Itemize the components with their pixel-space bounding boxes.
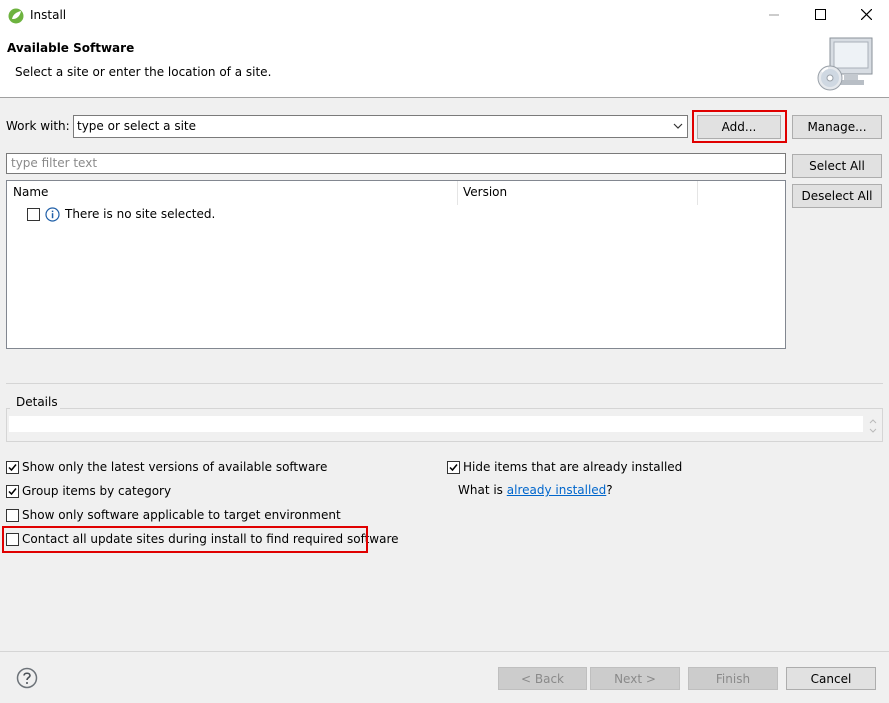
latest-versions-checkbox[interactable] xyxy=(6,460,19,474)
work-with-value: type or select a site xyxy=(77,119,197,133)
hide-installed-label: Hide items that are already installed xyxy=(463,460,683,474)
details-scrollbar[interactable] xyxy=(866,416,880,436)
column-header-name[interactable]: Name xyxy=(13,185,48,199)
help-button[interactable] xyxy=(16,667,38,689)
add-button-highlight xyxy=(692,110,787,143)
contact-sites-highlight xyxy=(2,526,368,553)
cancel-button[interactable]: Cancel xyxy=(786,667,876,690)
minimize-icon xyxy=(769,9,779,23)
finish-button[interactable]: Finish xyxy=(688,667,778,690)
page-title: Available Software xyxy=(7,41,135,55)
footer-divider xyxy=(0,651,889,652)
group-by-category-label: Group items by category xyxy=(22,484,172,498)
page-description: Select a site or enter the location of a… xyxy=(15,65,272,79)
what-is-prefix: What is xyxy=(458,483,507,497)
next-button[interactable]: Next > xyxy=(590,667,680,690)
group-by-category-checkbox[interactable] xyxy=(6,484,19,498)
column-header-version[interactable]: Version xyxy=(463,185,507,199)
hide-installed-checkbox[interactable] xyxy=(447,460,460,474)
details-text[interactable] xyxy=(9,416,863,432)
section-divider xyxy=(6,383,883,384)
details-label: Details xyxy=(14,395,60,409)
target-env-label: Show only software applicable to target … xyxy=(22,508,341,522)
latest-versions-option[interactable]: Show only the latest versions of availab… xyxy=(6,459,327,475)
manage-button[interactable]: Manage... xyxy=(792,115,882,139)
spring-leaf-icon xyxy=(8,8,24,24)
column-divider xyxy=(697,181,698,205)
maximize-button[interactable] xyxy=(797,0,843,32)
install-computer-icon xyxy=(816,36,874,94)
what-is-suffix: ? xyxy=(606,483,613,497)
maximize-icon xyxy=(814,9,826,23)
window-title: Install xyxy=(30,8,67,22)
minimize-button[interactable] xyxy=(751,0,797,32)
tree-row-checkbox[interactable] xyxy=(27,208,40,221)
tree-row-label: There is no site selected. xyxy=(65,207,216,221)
details-border xyxy=(6,408,10,409)
info-icon xyxy=(45,207,60,225)
tree-row[interactable]: There is no site selected. xyxy=(27,207,327,223)
chevron-down-icon[interactable] xyxy=(672,120,684,132)
hide-installed-option[interactable]: Hide items that are already installed xyxy=(447,459,682,475)
back-button[interactable]: < Back xyxy=(498,667,587,690)
work-with-label: Work with: xyxy=(6,119,70,133)
already-installed-link[interactable]: already installed xyxy=(507,483,607,497)
close-button[interactable] xyxy=(843,0,889,32)
column-divider xyxy=(457,181,458,205)
work-with-combo[interactable]: type or select a site xyxy=(73,115,688,138)
filter-input[interactable]: type filter text xyxy=(6,153,786,174)
details-border xyxy=(54,408,883,409)
target-env-option[interactable]: Show only software applicable to target … xyxy=(6,507,341,523)
software-tree[interactable]: Name Version There is no site selected. xyxy=(6,180,786,349)
what-is-installed-text: What is already installed? xyxy=(458,483,613,497)
close-icon xyxy=(860,8,872,23)
deselect-all-button[interactable]: Deselect All xyxy=(792,184,882,208)
latest-versions-label: Show only the latest versions of availab… xyxy=(22,460,328,474)
select-all-button[interactable]: Select All xyxy=(792,154,882,178)
group-by-category-option[interactable]: Group items by category xyxy=(6,483,171,499)
target-env-checkbox[interactable] xyxy=(6,508,19,522)
filter-placeholder: type filter text xyxy=(11,156,98,170)
help-icon xyxy=(16,667,38,692)
